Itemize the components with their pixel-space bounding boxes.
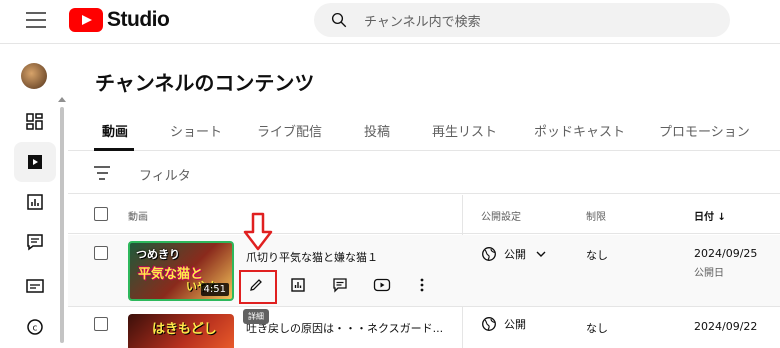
copyright-nav-item[interactable]: c [14,307,56,347]
visibility-value: 公開 [504,318,526,331]
date-value: 2024/09/25 [694,247,758,260]
table-header: 動画 公開設定 制限 日付 ↓ [68,195,780,234]
comments-icon [333,278,347,293]
column-header-restrictions[interactable]: 制限 [586,208,606,223]
video-duration: 4:51 [200,283,229,296]
tab-live[interactable]: ライブ配信 [257,121,322,140]
analytics-icon [27,194,43,210]
tab-playlists[interactable]: 再生リスト [432,121,497,140]
visibility-dropdown[interactable]: 公開 [481,246,547,262]
red-highlight-box [239,270,277,304]
tab-posts[interactable]: 投稿 [364,121,390,140]
subtitles-icon [26,279,44,293]
active-tab-indicator [94,148,134,151]
logo-text: Studio [107,8,170,31]
column-header-video: 動画 [128,212,148,223]
video-thumbnail[interactable]: はきもどし [128,314,234,348]
tab-videos[interactable]: 動画 [102,121,128,140]
main-content: チャンネルのコンテンツ 動画 ショート ライブ配信 投稿 再生リスト ポッドキャ… [68,45,780,348]
search-input[interactable]: チャンネル内で検索 [314,3,730,37]
left-rail: c [0,45,68,348]
comments-button[interactable] [326,271,354,299]
comments-icon [27,234,43,251]
tab-podcasts[interactable]: ポッドキャスト [534,121,625,140]
video-thumbnail[interactable]: つめきり 平気な猫と いやな 4:51 [128,241,234,301]
tab-promotions[interactable]: プロモーション [659,121,750,140]
globe-icon [482,317,496,331]
filter-icon[interactable] [94,166,110,180]
search-placeholder: チャンネル内で検索 [364,15,481,30]
table-row[interactable]: つめきり 平気な猫と いやな 4:51 爪切り平気な猫と嫌な猫１ [68,235,780,307]
chevron-down-icon [536,251,546,257]
filter-input[interactable]: フィルタ [139,165,191,184]
content-tabs: 動画 ショート ライブ配信 投稿 再生リスト ポッドキャスト プロモーション [68,111,780,151]
analytics-icon [291,278,305,292]
comments-nav-item[interactable] [14,222,56,262]
thumbnail-text: つめきり [136,248,180,261]
visibility-value: 公開 [504,248,526,261]
content-icon [28,155,42,169]
analytics-nav-item[interactable] [14,182,56,222]
video-title[interactable]: 吐き戻しの原因は・・・ネクスガード... [246,320,443,336]
youtube-play-icon [373,278,391,292]
page-title: チャンネルのコンテンツ [95,71,315,95]
details-tooltip: 詳細 [243,309,269,324]
filter-bar[interactable]: フィルタ [68,152,780,194]
row-checkbox[interactable] [94,317,108,331]
table-row[interactable]: はきもどし 吐き戻しの原因は・・・ネクスガード... 公開 なし 2024/09… [68,308,780,348]
date-status: 公開日 [694,268,724,279]
restrictions-value: なし [586,249,608,262]
row-checkbox[interactable] [94,246,108,260]
youtube-logo-icon [69,8,103,32]
copyright-icon: c [27,319,43,335]
menu-icon[interactable] [26,12,46,28]
rail-scrollbar[interactable] [60,107,64,343]
analytics-button[interactable] [284,271,312,299]
search-icon [331,12,347,28]
restrictions-value: なし [586,322,608,335]
top-bar: Studio チャンネル内で検索 [0,0,780,44]
select-all-checkbox[interactable] [94,207,108,221]
thumbnail-text: はきもどし [152,322,217,337]
visibility-dropdown[interactable]: 公開 [481,316,526,332]
subtitles-nav-item[interactable] [14,266,56,306]
dashboard-nav-item[interactable] [14,102,56,142]
globe-icon [482,247,496,261]
studio-logo[interactable]: Studio [69,8,170,32]
more-options-button[interactable] [408,271,436,299]
red-down-arrow-annotation [243,212,273,251]
scroll-up-arrow-icon[interactable] [58,97,66,102]
column-header-visibility[interactable]: 公開設定 [481,208,521,223]
svg-text:c: c [33,324,38,334]
content-nav-item[interactable] [14,142,56,182]
date-value: 2024/09/22 [694,320,758,333]
more-vert-icon [420,278,424,292]
channel-avatar[interactable] [21,63,47,89]
view-on-youtube-button[interactable] [368,271,396,299]
column-header-date[interactable]: 日付 ↓ [694,208,726,223]
dashboard-icon [26,113,43,130]
tab-shorts[interactable]: ショート [170,121,222,140]
